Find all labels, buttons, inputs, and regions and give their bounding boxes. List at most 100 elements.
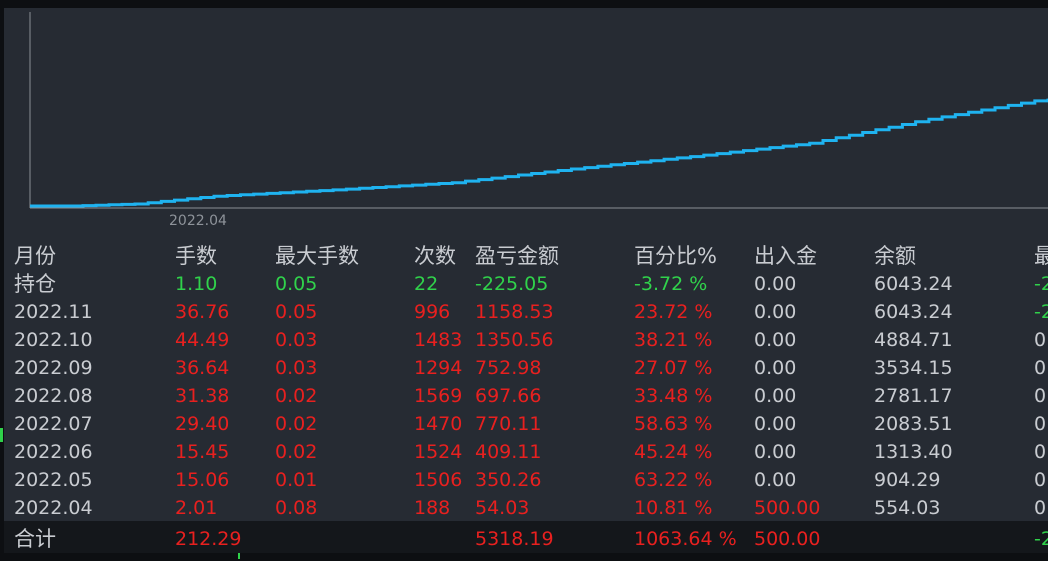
total-row[interactable]: 合计 212.29 5318.19 1063.64 % 500.00 -2 [4,521,1048,553]
cell-last: 0 [1034,329,1047,351]
table-row[interactable]: 2022.08 31.38 0.02 1569 697.66 33.48 % 0.00 278… [4,382,1048,410]
x-tick-label: 2022.04 [169,213,227,229]
cell-last: -2 [1034,301,1048,323]
cell-pnl: 770.11 [475,413,542,435]
table-row[interactable]: 2022.05 15.06 0.01 1506 350.26 63.22 % 0.00 904… [4,466,1048,494]
cell-max-lots: 0.03 [275,329,318,351]
cell-count: 1506 [414,469,463,491]
cell-max-lots: 0.03 [275,357,318,379]
cell-count: 188 [414,497,451,519]
cell-percent: 33.48 % [634,385,713,407]
holding-last: -2 [1034,273,1048,295]
cell-percent: 45.24 % [634,441,713,463]
cell-lots: 36.64 [175,357,230,379]
cell-max-lots: 0.01 [275,469,318,491]
balance-chart: 2022.04 [29,12,1048,229]
cell-last: 0 [1034,469,1047,491]
cell-max-lots: 0.02 [275,441,318,463]
cell-max-lots: 0.02 [275,385,318,407]
table-row[interactable]: 2022.07 29.40 0.02 1470 770.11 58.63 % 0.00 208… [4,410,1048,438]
holding-percent: -3.72 % [634,273,708,295]
total-percent: 1063.64 % [634,528,737,550]
cell-deposit: 0.00 [754,385,797,407]
col-balance[interactable]: 余额 [874,242,916,270]
cell-pnl: 409.11 [475,441,542,463]
holding-balance: 6043.24 [874,273,953,295]
cell-last: 0 [1034,413,1047,435]
cell-max-lots: 0.08 [275,497,318,519]
holding-max-lots: 0.05 [275,273,318,295]
table-row[interactable]: 2022.06 15.45 0.02 1524 409.11 45.24 % 0.00 131… [4,438,1048,466]
cell-percent: 23.72 % [634,301,713,323]
table-row[interactable]: 2022.11 36.76 0.05 996 1158.53 23.72 % 0.00 604… [4,298,1048,326]
col-percent[interactable]: 百分比% [634,242,717,270]
holding-label: 持仓 [14,272,56,296]
cell-balance: 904.29 [874,469,941,491]
total-lots: 212.29 [175,528,242,550]
cell-pnl: 752.98 [475,357,542,379]
col-max-lots[interactable]: 最大手数 [275,242,359,270]
cell-last: 0 [1034,441,1047,463]
cell-lots: 15.06 [175,469,230,491]
cell-max-lots: 0.02 [275,413,318,435]
cell-pnl: 1158.53 [475,301,554,323]
cell-balance: 554.03 [874,497,941,519]
col-month[interactable]: 月份 [14,242,56,270]
cell-last: 0 [1034,357,1047,379]
total-last: -2 [1034,528,1048,550]
table-row[interactable]: 2022.09 36.64 0.03 1294 752.98 27.07 % 0.00 353… [4,354,1048,382]
cell-count: 1524 [414,441,463,463]
table-row[interactable]: 2022.10 44.49 0.03 1483 1350.56 38.21 % 0.00 48… [4,326,1048,354]
monthly-stats-panel: 2022.04 月份 手数 最大手数 次数 盈亏金额 百分比% 出入金 余额 最… [4,8,1048,553]
holding-pnl: -225.05 [475,273,549,295]
cell-pnl: 1350.56 [475,329,554,351]
cell-deposit: 0.00 [754,301,797,323]
holding-lots: 1.10 [175,273,218,295]
cell-deposit: 0.00 [754,441,797,463]
cell-balance: 1313.40 [874,441,953,463]
cell-last: 0 [1034,497,1047,519]
col-deposit[interactable]: 出入金 [754,242,817,270]
top-toolbar [0,0,1048,8]
holding-count: 22 [414,273,439,295]
cell-lots: 31.38 [175,385,230,407]
cell-lots: 44.49 [175,329,230,351]
cell-balance: 3534.15 [874,357,953,379]
table-row[interactable]: 2022.04 2.01 0.08 188 54.03 10.81 % 500.00 554.… [4,494,1048,522]
table-header: 月份 手数 最大手数 次数 盈亏金额 百分比% 出入金 余额 最 [4,242,1048,270]
col-pnl[interactable]: 盈亏金额 [475,242,559,270]
cell-month: 2022.09 [14,357,93,379]
cell-lots: 2.01 [175,497,218,519]
cell-month: 2022.07 [14,413,93,435]
col-count[interactable]: 次数 [414,242,456,270]
holding-deposit: 0.00 [754,273,797,295]
green-tick [238,553,240,559]
cell-count: 996 [414,301,451,323]
cell-count: 1569 [414,385,463,407]
green-marker [0,428,3,442]
total-label: 合计 [14,527,56,551]
cell-deposit: 0.00 [754,357,797,379]
cell-percent: 27.07 % [634,357,713,379]
col-last[interactable]: 最 [1034,242,1048,270]
cell-month: 2022.06 [14,441,93,463]
cell-pnl: 54.03 [475,497,530,519]
cell-lots: 36.76 [175,301,230,323]
cell-count: 1483 [414,329,463,351]
total-pnl: 5318.19 [475,528,554,550]
cell-lots: 29.40 [175,413,230,435]
cell-pnl: 697.66 [475,385,542,407]
cell-percent: 10.81 % [634,497,713,519]
cell-percent: 58.63 % [634,413,713,435]
col-lots[interactable]: 手数 [175,242,217,270]
cell-max-lots: 0.05 [275,301,318,323]
cell-last: 0 [1034,385,1047,407]
cell-month: 2022.10 [14,329,93,351]
cell-percent: 63.22 % [634,469,713,491]
cell-lots: 15.45 [175,441,230,463]
cell-deposit: 0.00 [754,329,797,351]
holding-row[interactable]: 持仓 1.10 0.05 22 -225.05 -3.72 % 0.00 604… [4,270,1048,298]
cell-month: 2022.11 [14,301,93,323]
cell-month: 2022.04 [14,497,93,519]
balance-line [30,98,1048,208]
